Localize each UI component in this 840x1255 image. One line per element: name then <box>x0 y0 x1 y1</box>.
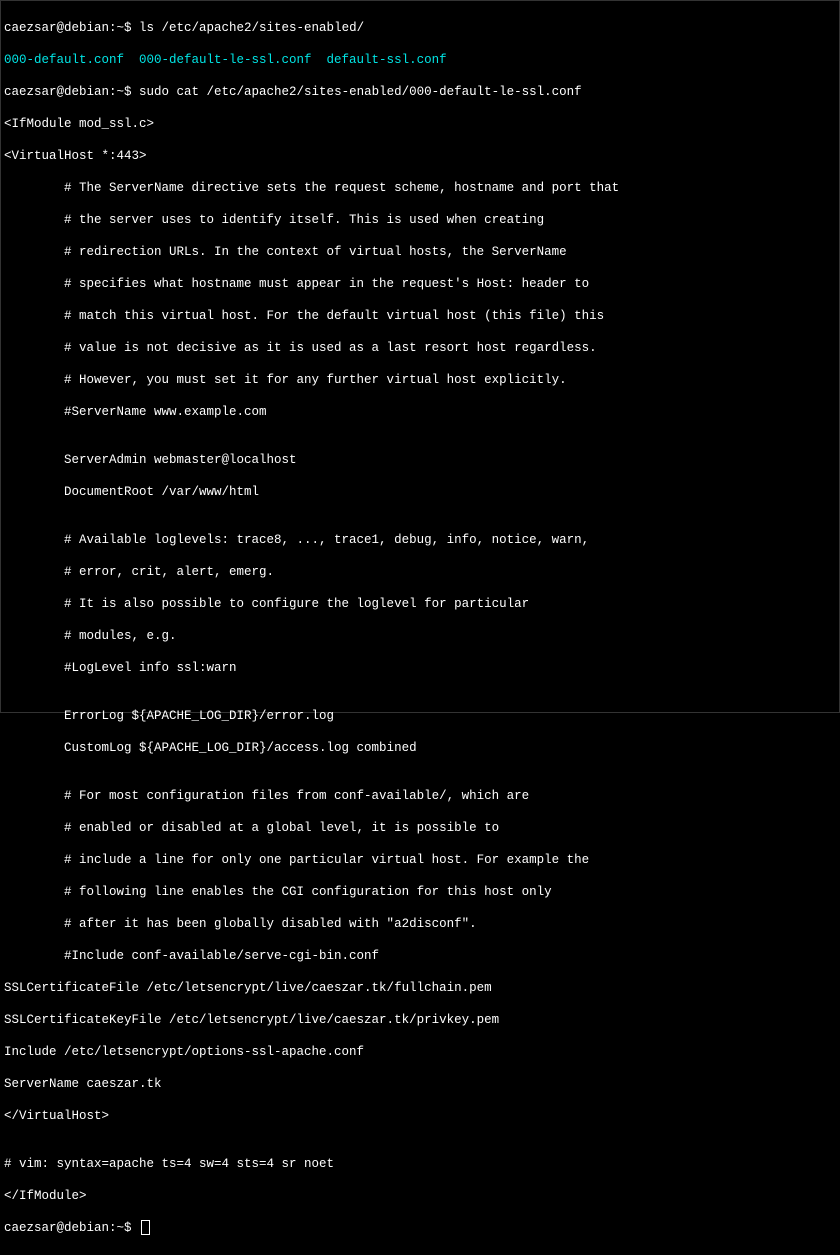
file-line: # include a line for only one particular… <box>4 852 836 868</box>
file-line: #LogLevel info ssl:warn <box>4 660 836 676</box>
file-line: ServerAdmin webmaster@localhost <box>4 452 836 468</box>
file-line: # error, crit, alert, emerg. <box>4 564 836 580</box>
file-line: # modules, e.g. <box>4 628 836 644</box>
file-line: # The ServerName directive sets the requ… <box>4 180 836 196</box>
file-line: # For most configuration files from conf… <box>4 788 836 804</box>
ls-output: 000-default.conf 000-default-le-ssl.conf… <box>4 52 836 68</box>
file-line: SSLCertificateFile /etc/letsencrypt/live… <box>4 980 836 996</box>
file-line: </IfModule> <box>4 1188 836 1204</box>
terminal-output[interactable]: caezsar@debian:~$ ls /etc/apache2/sites-… <box>1 1 839 1255</box>
prompt-line-3[interactable]: caezsar@debian:~$ <box>4 1220 836 1236</box>
file-line: # the server uses to identify itself. Th… <box>4 212 836 228</box>
file-line: Include /etc/letsencrypt/options-ssl-apa… <box>4 1044 836 1060</box>
file-line: # following line enables the CGI configu… <box>4 884 836 900</box>
file-line: SSLCertificateKeyFile /etc/letsencrypt/l… <box>4 1012 836 1028</box>
command-2: sudo cat /etc/apache2/sites-enabled/000-… <box>139 85 582 99</box>
file-line: <VirtualHost *:443> <box>4 148 836 164</box>
prompt-userhost: caezsar@debian:~$ <box>4 85 139 99</box>
file-line: # value is not decisive as it is used as… <box>4 340 836 356</box>
cursor-icon <box>141 1220 150 1235</box>
file-line: # However, you must set it for any furth… <box>4 372 836 388</box>
file-line: CustomLog ${APACHE_LOG_DIR}/access.log c… <box>4 740 836 756</box>
file-line: # Available loglevels: trace8, ..., trac… <box>4 532 836 548</box>
file-line: ServerName caeszar.tk <box>4 1076 836 1092</box>
file-line: # match this virtual host. For the defau… <box>4 308 836 324</box>
file-line: ErrorLog ${APACHE_LOG_DIR}/error.log <box>4 708 836 724</box>
file-line: # specifies what hostname must appear in… <box>4 276 836 292</box>
file-line: # vim: syntax=apache ts=4 sw=4 sts=4 sr … <box>4 1156 836 1172</box>
file-line: #Include conf-available/serve-cgi-bin.co… <box>4 948 836 964</box>
prompt-userhost: caezsar@debian:~$ <box>4 21 139 35</box>
file-line: DocumentRoot /var/www/html <box>4 484 836 500</box>
command-1: ls /etc/apache2/sites-enabled/ <box>139 21 364 35</box>
prompt-userhost: caezsar@debian:~$ <box>4 1221 139 1235</box>
file-line: # enabled or disabled at a global level,… <box>4 820 836 836</box>
file-line: # It is also possible to configure the l… <box>4 596 836 612</box>
prompt-line-1: caezsar@debian:~$ ls /etc/apache2/sites-… <box>4 20 836 36</box>
file-line: #ServerName www.example.com <box>4 404 836 420</box>
file-line: # redirection URLs. In the context of vi… <box>4 244 836 260</box>
file-line: </VirtualHost> <box>4 1108 836 1124</box>
prompt-line-2: caezsar@debian:~$ sudo cat /etc/apache2/… <box>4 84 836 100</box>
file-line: # after it has been globally disabled wi… <box>4 916 836 932</box>
file-line: <IfModule mod_ssl.c> <box>4 116 836 132</box>
